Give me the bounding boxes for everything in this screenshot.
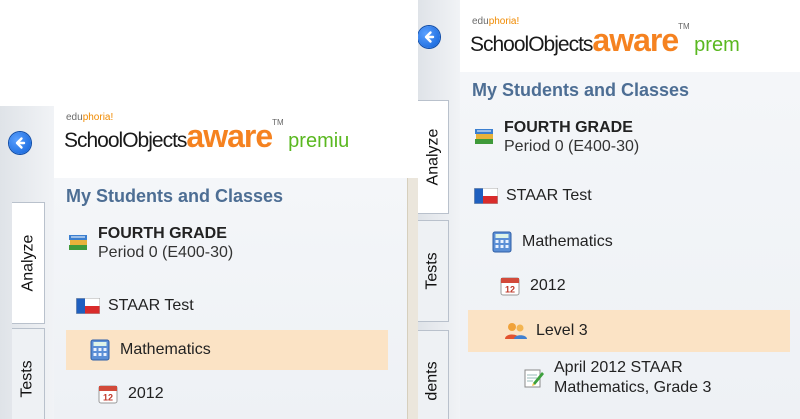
- back-arrow-icon[interactable]: [9, 132, 31, 154]
- books-icon: [66, 231, 90, 255]
- back-arrow-icon[interactable]: [418, 26, 440, 48]
- right-screenshot-panel: Analyze Tests dents eduphoria! SchoolObj…: [418, 0, 800, 419]
- tree-item-staar-test[interactable]: STAAR Test: [474, 180, 592, 212]
- tab-tests[interactable]: Tests: [12, 328, 45, 419]
- assessment-line-1: April 2012 STAAR: [554, 359, 683, 376]
- tab-analyze[interactable]: Analyze: [12, 202, 45, 324]
- texas-flag-icon: [474, 184, 498, 208]
- schoolobjects-aware-logo: eduphoria! SchoolObjectsawareTM prem: [470, 16, 740, 58]
- tab-students-label: dents: [424, 361, 442, 401]
- tree-item-mathematics[interactable]: Mathematics: [490, 226, 613, 258]
- calendar-icon: 12: [96, 382, 120, 406]
- tab-analyze[interactable]: Analyze: [418, 100, 449, 214]
- class-item-fourth-grade[interactable]: FOURTH GRADE Period 0 (E400-30): [472, 118, 639, 156]
- tree-item-level-3[interactable]: Level 3: [468, 310, 790, 352]
- tab-analyze-label: Analyze: [424, 128, 442, 186]
- texas-flag-icon: [76, 294, 100, 318]
- side-rail: Analyze Tests: [0, 106, 54, 419]
- class-name: FOURTH GRADE: [98, 225, 227, 242]
- class-name: FOURTH GRADE: [504, 119, 633, 136]
- students-classes-panel: My Students and Classes FOURTH GRADE Per…: [460, 72, 800, 419]
- tab-analyze-label: Analyze: [19, 234, 37, 292]
- tree-item-2012[interactable]: 12 2012: [96, 378, 164, 410]
- class-item-fourth-grade[interactable]: FOURTH GRADE Period 0 (E400-30): [66, 224, 233, 262]
- tab-students[interactable]: dents: [418, 330, 449, 419]
- tree-item-staar-test[interactable]: STAAR Test: [76, 290, 194, 322]
- assessment-line-2: Mathematics, Grade 3: [554, 379, 712, 396]
- calculator-icon: [88, 338, 112, 362]
- group-users-icon: [504, 319, 528, 343]
- students-classes-panel: My Students and Classes FOURTH GRADE Per…: [54, 178, 418, 419]
- tab-tests-label: Tests: [424, 252, 441, 290]
- app-header: eduphoria! SchoolObjectsawareTM premiu: [54, 106, 418, 176]
- svg-text:12: 12: [103, 393, 113, 403]
- side-rail: Analyze Tests dents: [418, 0, 460, 419]
- calendar-icon: 12: [498, 274, 522, 298]
- test-edit-icon: [522, 366, 546, 390]
- calculator-icon: [490, 230, 514, 254]
- class-period: Period 0 (E400-30): [98, 244, 234, 261]
- left-screenshot-panel: Analyze Tests eduphoria! SchoolObjectsaw…: [0, 106, 418, 419]
- svg-text:12: 12: [505, 285, 515, 295]
- scroll-gutter[interactable]: [407, 178, 418, 419]
- tab-tests[interactable]: Tests: [418, 220, 449, 322]
- books-icon: [472, 125, 496, 149]
- app-header: eduphoria! SchoolObjectsawareTM prem: [460, 0, 800, 70]
- tree-item-mathematics[interactable]: Mathematics: [66, 330, 388, 370]
- section-title: My Students and Classes: [472, 80, 690, 100]
- schoolobjects-aware-logo: eduphoria! SchoolObjectsawareTM premiu: [64, 112, 350, 154]
- tab-tests-label: Tests: [19, 360, 36, 398]
- tree-item-april-2012-staar[interactable]: April 2012 STAAR Mathematics, Grade 3: [522, 358, 711, 398]
- section-title: My Students and Classes: [66, 186, 284, 206]
- tree-item-2012[interactable]: 12 2012: [498, 270, 566, 302]
- class-period: Period 0 (E400-30): [504, 138, 640, 155]
